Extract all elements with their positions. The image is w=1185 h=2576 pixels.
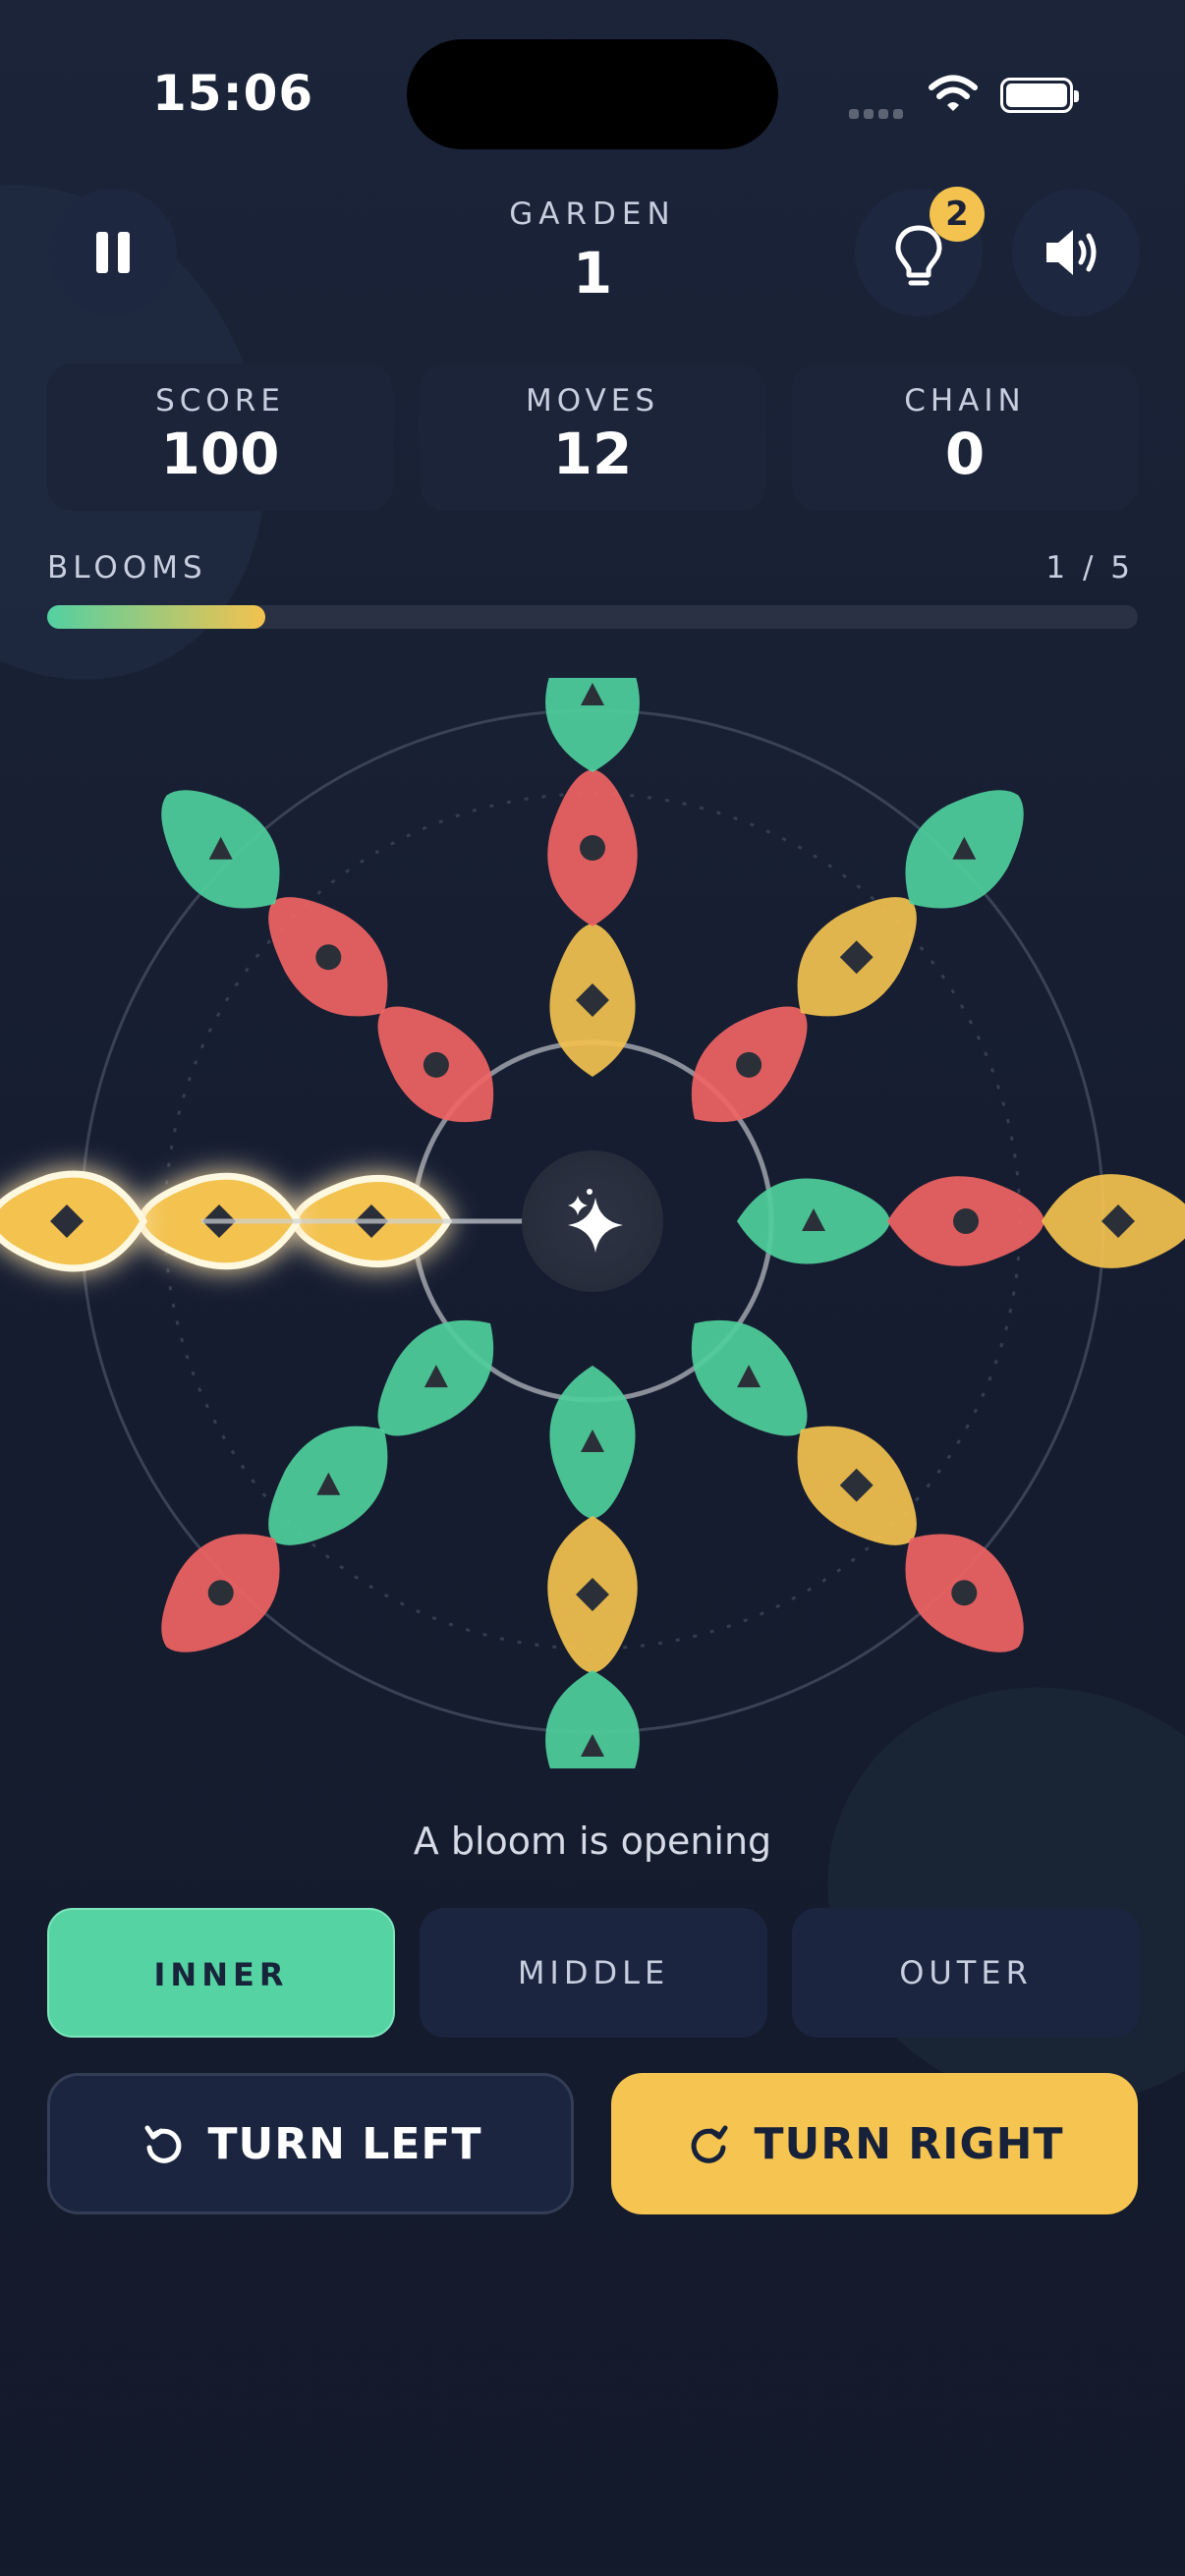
rotate-right-icon: [691, 2125, 727, 2163]
rotate-left-icon: [144, 2125, 181, 2163]
petal[interactable]: [545, 1670, 640, 1768]
petal[interactable]: [549, 924, 636, 1077]
status-time: 15:06: [152, 65, 314, 122]
dynamic-island: [407, 39, 778, 149]
ring-inner-button[interactable]: INNER: [47, 1908, 395, 2038]
petal[interactable]: [737, 1178, 890, 1264]
chain-value: 0: [944, 420, 986, 487]
garden-label: GARDEN: [509, 196, 676, 232]
petal[interactable]: [887, 1176, 1044, 1266]
petal[interactable]: [0, 1170, 148, 1272]
hint-count-badge: 2: [930, 187, 985, 242]
circle-symbol: [951, 1580, 978, 1606]
circle-symbol: [953, 1208, 979, 1234]
sound-button[interactable]: [1012, 189, 1140, 316]
petal[interactable]: [547, 1516, 638, 1673]
ring-outer-button[interactable]: OUTER: [792, 1908, 1140, 2038]
score-value: 100: [160, 420, 280, 487]
blooms-label: BLOOMS: [47, 550, 207, 586]
petal[interactable]: [547, 769, 638, 926]
score-label: SCORE: [155, 383, 285, 419]
moves-value: 12: [552, 420, 633, 487]
petal[interactable]: [549, 1366, 636, 1519]
turn-right-button[interactable]: TURN RIGHT: [611, 2073, 1138, 2214]
chain-label: CHAIN: [904, 383, 1026, 419]
blooms-count: 1 / 5: [1045, 550, 1134, 586]
speaker-icon: [1046, 230, 1097, 275]
cellular-signal-icon: [849, 104, 908, 123]
blooms-progress-fill: [47, 605, 265, 629]
wifi-icon: [929, 75, 978, 111]
moves-card: MOVES 12: [420, 364, 765, 511]
circle-symbol: [736, 1051, 762, 1078]
circle-symbol: [580, 835, 605, 861]
ring-middle-button[interactable]: MIDDLE: [420, 1908, 767, 2038]
turn-left-button[interactable]: TURN LEFT: [47, 2073, 574, 2214]
circle-symbol: [207, 1580, 234, 1606]
score-card: SCORE 100: [47, 364, 393, 511]
garden-level: 1: [572, 240, 613, 307]
petal[interactable]: [545, 678, 640, 772]
moves-label: MOVES: [525, 383, 660, 419]
status-message: A bloom is opening: [413, 1820, 772, 1863]
petal[interactable]: [1042, 1174, 1185, 1268]
chain-card: CHAIN 0: [792, 364, 1138, 511]
battery-icon: [1000, 78, 1079, 113]
blooms-progress-bar: [47, 605, 1138, 629]
flower-board[interactable]: [0, 678, 1185, 1768]
turn-right-label: TURN RIGHT: [754, 2118, 1064, 2169]
circle-symbol: [315, 944, 342, 971]
circle-symbol: [423, 1051, 449, 1078]
turn-left-label: TURN LEFT: [207, 2118, 482, 2169]
